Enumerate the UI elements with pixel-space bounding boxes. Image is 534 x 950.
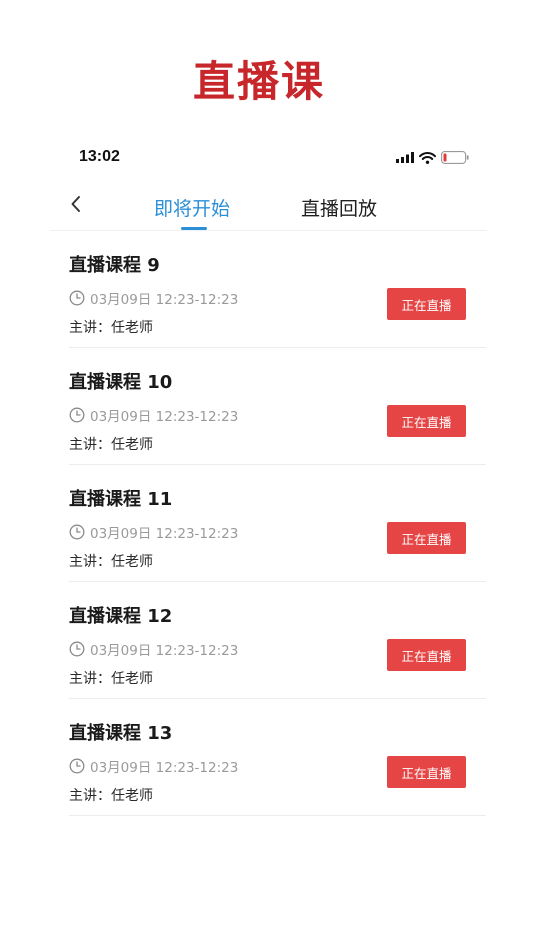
clock-icon	[69, 758, 85, 774]
live-now-button[interactable]: 正在直播	[387, 288, 466, 320]
course-time: 03月09日 12:23-12:23	[69, 639, 238, 659]
course-time-text: 03月09日 12:23-12:23	[90, 643, 239, 659]
list-item[interactable]: 直播课程 11 03月09日 12:23-12:23 主讲：任老师 正在直播	[69, 465, 486, 582]
course-title: 直播课程 11	[69, 489, 173, 510]
course-time-text: 03月09日 12:23-12:23	[90, 526, 239, 542]
clock-icon	[69, 641, 85, 657]
live-now-button[interactable]: 正在直播	[387, 405, 466, 437]
tab-upcoming[interactable]: 即将开始	[154, 194, 230, 221]
list-item[interactable]: 直播课程 10 03月09日 12:23-12:23 主讲：任老师 正在直播	[69, 348, 486, 465]
course-time: 03月09日 12:23-12:23	[69, 288, 238, 308]
wifi-icon	[419, 151, 436, 164]
phone-screen: 13:02 即将开始 直播回放 直播课程 9 03月09日 12:23-12:2…	[50, 140, 487, 816]
banner-title: 直播课	[192, 57, 325, 106]
course-time: 03月09日 12:23-12:23	[69, 522, 238, 542]
tab-active-indicator	[181, 227, 207, 230]
course-teacher: 主讲：任老师	[69, 788, 153, 804]
battery-icon	[441, 151, 469, 164]
tab-replay[interactable]: 直播回放	[301, 194, 377, 221]
course-title: 直播课程 10	[69, 372, 173, 393]
list-item[interactable]: 直播课程 9 03月09日 12:23-12:23 主讲：任老师 正在直播	[69, 231, 486, 348]
course-teacher: 主讲：任老师	[69, 554, 153, 570]
list-item[interactable]: 直播课程 12 03月09日 12:23-12:23 主讲：任老师 正在直播	[69, 582, 486, 699]
top-nav: 即将开始 直播回放	[50, 178, 487, 231]
clock-icon	[69, 290, 85, 306]
list-item[interactable]: 直播课程 13 03月09日 12:23-12:23 主讲：任老师 正在直播	[69, 699, 486, 816]
back-button[interactable]	[64, 192, 88, 216]
course-teacher: 主讲：任老师	[69, 320, 153, 336]
signal-icon	[396, 152, 414, 163]
live-now-button[interactable]: 正在直播	[387, 639, 466, 671]
status-icons	[396, 151, 469, 164]
course-time: 03月09日 12:23-12:23	[69, 405, 238, 425]
status-bar: 13:02	[50, 140, 487, 178]
chevron-left-icon	[71, 196, 80, 212]
clock-icon	[69, 407, 85, 423]
live-now-button[interactable]: 正在直播	[387, 756, 466, 788]
course-time: 03月09日 12:23-12:23	[69, 756, 238, 776]
course-title: 直播课程 13	[69, 723, 173, 744]
course-teacher: 主讲：任老师	[69, 671, 153, 687]
status-time: 13:02	[79, 148, 120, 165]
clock-icon	[69, 524, 85, 540]
course-time-text: 03月09日 12:23-12:23	[90, 409, 239, 425]
course-list: 直播课程 9 03月09日 12:23-12:23 主讲：任老师 正在直播 直播…	[50, 231, 487, 816]
course-title: 直播课程 12	[69, 606, 173, 627]
course-title: 直播课程 9	[69, 255, 160, 276]
course-time-text: 03月09日 12:23-12:23	[90, 292, 239, 308]
course-time-text: 03月09日 12:23-12:23	[90, 760, 239, 776]
live-now-button[interactable]: 正在直播	[387, 522, 466, 554]
course-teacher: 主讲：任老师	[69, 437, 153, 453]
